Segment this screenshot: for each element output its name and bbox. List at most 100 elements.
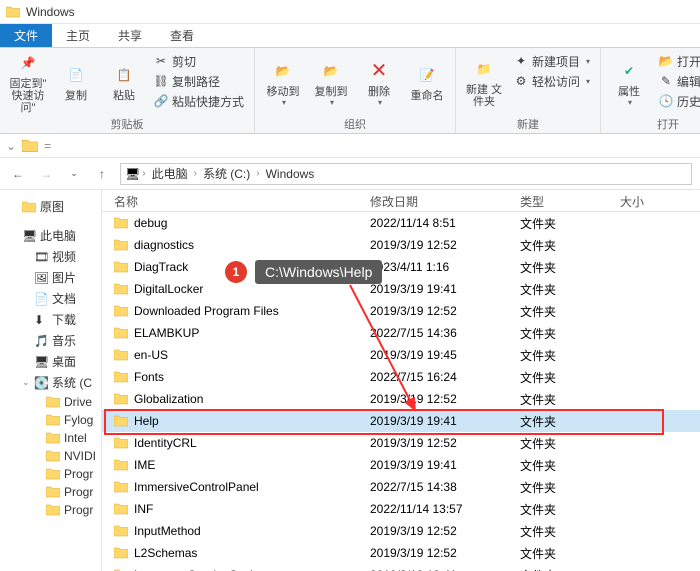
recent-dropdown[interactable]: ⌄: [64, 164, 84, 184]
file-type: 文件夹: [512, 454, 612, 477]
copyto-button[interactable]: 📂复制到: [309, 50, 353, 114]
copy-button[interactable]: 📄复制: [54, 50, 98, 114]
group-new: 📁新建 文件夹 ✦新建项目 ⚙轻松访问 新建: [456, 48, 601, 133]
group-open: ✔属性 📂打开 ✎编辑 🕓历史记录 打开: [601, 48, 700, 133]
table-row[interactable]: Globalization2019/3/19 12:52文件夹: [102, 388, 700, 410]
table-row[interactable]: DiagTrack2023/4/11 1:16文件夹: [102, 256, 700, 278]
file-type: 文件夹: [512, 564, 612, 571]
col-date[interactable]: 修改日期: [362, 190, 512, 211]
moveto-icon: 📂: [270, 58, 296, 84]
history-button[interactable]: 🕓历史记录: [655, 92, 700, 110]
file-size: [612, 484, 700, 490]
table-row[interactable]: en-US2019/3/19 19:45文件夹: [102, 344, 700, 366]
rename-button[interactable]: 📝重命名: [405, 50, 449, 114]
folder-icon: [114, 436, 128, 450]
tree-item[interactable]: Progr: [0, 465, 101, 483]
open-button[interactable]: 📂打开: [655, 52, 700, 70]
easyaccess-button[interactable]: ⚙轻松访问: [510, 72, 594, 90]
file-name: Fonts: [134, 370, 164, 384]
table-row[interactable]: ELAMBKUP2022/7/15 14:36文件夹: [102, 322, 700, 344]
file-name: DiagTrack: [134, 260, 188, 274]
breadcrumb[interactable]: 🖥 › 此电脑 › 系统 (C:) › Windows: [120, 163, 692, 185]
newitem-button[interactable]: ✦新建项目: [510, 52, 594, 70]
table-row[interactable]: L2Schemas2019/3/19 12:52文件夹: [102, 542, 700, 564]
tree-item[interactable]: ⌄💽系统 (C: [0, 372, 101, 393]
tree-item[interactable]: ⬇下载: [0, 309, 101, 330]
paste-button[interactable]: 📋粘贴: [102, 50, 146, 114]
folder-icon: [114, 392, 128, 406]
file-type: 文件夹: [512, 498, 612, 521]
table-row[interactable]: IdentityCRL2019/3/19 12:52文件夹: [102, 432, 700, 454]
crumb-folder[interactable]: Windows: [262, 167, 319, 181]
table-row[interactable]: ImmersiveControlPanel2022/7/15 14:38文件夹: [102, 476, 700, 498]
col-type[interactable]: 类型: [512, 190, 612, 211]
table-row[interactable]: DigitalLocker2019/3/19 19:41文件夹: [102, 278, 700, 300]
newfolder-icon: 📁: [471, 56, 497, 82]
tree-item[interactable]: NVIDI: [0, 447, 101, 465]
back-button[interactable]: ←: [8, 164, 28, 184]
up-button[interactable]: ↑: [92, 164, 112, 184]
table-row[interactable]: INF2022/11/14 13:57文件夹: [102, 498, 700, 520]
file-date: 2019/3/19 12:52: [362, 433, 512, 453]
file-date: 2022/7/15 16:24: [362, 367, 512, 387]
pc-icon: 🖥: [22, 229, 36, 243]
table-row[interactable]: IME2019/3/19 19:41文件夹: [102, 454, 700, 476]
forward-button[interactable]: →: [36, 164, 56, 184]
shortcut-icon: 🔗: [154, 94, 168, 108]
file-name: ImmersiveControlPanel: [134, 480, 259, 494]
nav-tree[interactable]: 原图 🖥此电脑🎞视频🖼图片📄文档⬇下载🎵音乐🖥桌面⌄💽系统 (CDriveFylo…: [0, 190, 102, 571]
cut-button[interactable]: ✂剪切: [150, 52, 248, 70]
table-row[interactable]: diagnostics2019/3/19 12:52文件夹: [102, 234, 700, 256]
table-row[interactable]: Downloaded Program Files2019/3/19 12:52文…: [102, 300, 700, 322]
folder-icon[interactable]: [22, 138, 38, 154]
file-type: 文件夹: [512, 344, 612, 367]
tree-item[interactable]: 🖼图片: [0, 267, 101, 288]
col-name[interactable]: 名称: [102, 190, 362, 211]
file-date: 2019/3/19 19:41: [362, 279, 512, 299]
properties-button[interactable]: ✔属性: [607, 50, 651, 114]
tree-item[interactable]: Drive: [0, 393, 101, 411]
newfolder-button[interactable]: 📁新建 文件夹: [462, 50, 506, 114]
tree-item[interactable]: 原图: [0, 196, 101, 217]
chevron-down-icon[interactable]: ⌄: [6, 139, 16, 153]
file-date: 2019/3/19 12:52: [362, 543, 512, 563]
table-row[interactable]: InputMethod2019/3/19 12:52文件夹: [102, 520, 700, 542]
tree-item[interactable]: 🎵音乐: [0, 330, 101, 351]
tab-home[interactable]: 主页: [52, 24, 104, 47]
chevron-right-icon: ›: [194, 168, 197, 179]
tree-item[interactable]: Progr: [0, 501, 101, 519]
tree-item[interactable]: 🖥此电脑: [0, 225, 101, 246]
tree-item[interactable]: Progr: [0, 483, 101, 501]
tab-view[interactable]: 查看: [156, 24, 208, 47]
crumb-drive[interactable]: 系统 (C:): [199, 165, 254, 182]
moveto-button[interactable]: 📂移动到: [261, 50, 305, 114]
tab-file[interactable]: 文件: [0, 24, 52, 47]
folder-icon: [46, 413, 60, 427]
file-size: [612, 418, 700, 424]
tree-item[interactable]: 🎞视频: [0, 246, 101, 267]
table-row[interactable]: Help2019/3/19 19:41文件夹: [102, 410, 700, 432]
crumb-pc[interactable]: 此电脑: [148, 165, 192, 182]
table-row[interactable]: LanguageOverlayCache2019/3/19 19:41文件夹: [102, 564, 700, 571]
copypath-button[interactable]: ⛓复制路径: [150, 72, 248, 90]
tree-item[interactable]: Intel: [0, 429, 101, 447]
file-name: ELAMBKUP: [134, 326, 199, 340]
tree-item[interactable]: 📄文档: [0, 288, 101, 309]
tree-item[interactable]: Fylog: [0, 411, 101, 429]
file-name: en-US: [134, 348, 168, 362]
col-size[interactable]: 大小: [612, 190, 700, 211]
tab-share[interactable]: 共享: [104, 24, 156, 47]
pasteshortcut-button[interactable]: 🔗粘贴快捷方式: [150, 92, 248, 110]
file-name: debug: [134, 216, 167, 230]
edit-button[interactable]: ✎编辑: [655, 72, 700, 90]
folder-icon: [114, 458, 128, 472]
file-type: 文件夹: [512, 388, 612, 411]
tree-item[interactable]: 🖥桌面: [0, 351, 101, 372]
table-row[interactable]: Fonts2022/7/15 16:24文件夹: [102, 366, 700, 388]
folder-icon: [114, 502, 128, 516]
delete-button[interactable]: ✕删除: [357, 50, 401, 114]
column-headers[interactable]: 名称 修改日期 类型 大小: [102, 190, 700, 212]
ribbon-tabs: 文件 主页 共享 查看: [0, 24, 700, 48]
pin-button[interactable]: 📌固定到" 快速访问": [6, 50, 50, 114]
table-row[interactable]: debug2022/11/14 8:51文件夹: [102, 212, 700, 234]
